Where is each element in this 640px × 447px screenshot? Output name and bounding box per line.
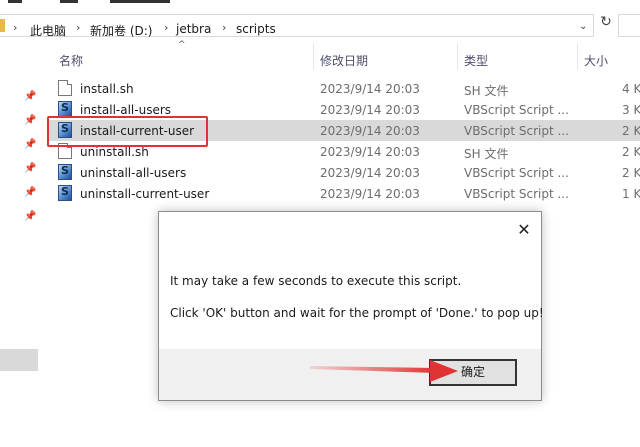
annotation-arrow xyxy=(310,360,458,382)
arrow-head xyxy=(430,360,458,382)
arrow-shaft xyxy=(310,366,436,373)
